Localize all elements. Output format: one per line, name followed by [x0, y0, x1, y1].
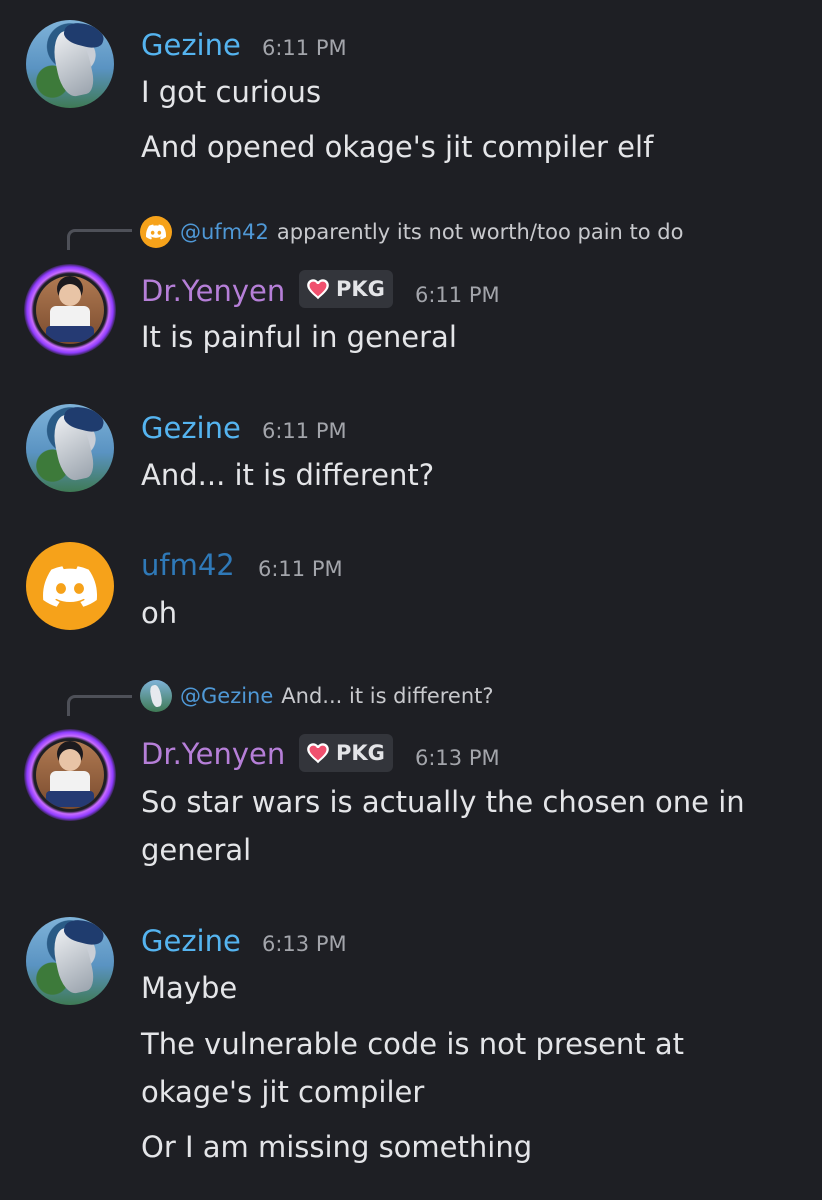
timestamp: 6:11 PM — [415, 283, 500, 307]
message-text: And... it is different? — [141, 458, 435, 492]
avatar — [140, 680, 172, 712]
message-text: The vulnerable code is not present at — [141, 1027, 685, 1061]
author-name[interactable]: Dr.Yenyen — [141, 737, 285, 771]
timestamp: 6:11 PM — [262, 419, 347, 443]
message-text: okage's jit compiler — [141, 1075, 425, 1109]
message-text: I got curious — [141, 75, 322, 109]
author-name[interactable]: Gezine — [141, 28, 241, 62]
message-yenyen-1: @ufm42 apparently its not worth/too pain… — [0, 200, 822, 380]
author-name[interactable]: Dr.Yenyen — [141, 274, 285, 308]
reply-mention[interactable]: @Gezine — [180, 684, 273, 708]
message-text: Maybe — [141, 971, 238, 1005]
role-badge[interactable]: PKG — [299, 270, 393, 308]
timestamp: 6:13 PM — [262, 932, 347, 956]
reply-spine — [67, 229, 132, 250]
timestamp: 6:11 PM — [258, 557, 343, 581]
reply-preview[interactable]: @Gezine And... it is different? — [140, 680, 494, 712]
discord-icon — [43, 565, 97, 607]
message-ufm42: ufm42 6:11 PM oh — [0, 530, 822, 660]
message-yenyen-2: @Gezine And... it is different? Dr.Yenye… — [0, 665, 822, 900]
heart-icon — [307, 279, 329, 300]
reply-text: And... it is different? — [281, 684, 494, 708]
role-badge[interactable]: PKG — [299, 734, 393, 772]
avatar[interactable] — [36, 741, 104, 809]
author-name[interactable]: Gezine — [141, 411, 241, 445]
timestamp: 6:11 PM — [262, 36, 347, 60]
timestamp: 6:13 PM — [415, 746, 500, 770]
avatar[interactable] — [26, 917, 114, 1005]
avatar[interactable] — [26, 542, 114, 630]
author-name[interactable]: Gezine — [141, 924, 241, 958]
avatar[interactable] — [26, 20, 114, 108]
avatar[interactable] — [36, 276, 104, 344]
reply-preview[interactable]: @ufm42 apparently its not worth/too pain… — [140, 216, 683, 248]
badge-label: PKG — [336, 277, 385, 301]
message-text: It is painful in general — [141, 320, 457, 354]
reply-text: apparently its not worth/too pain to do — [276, 220, 684, 244]
message-gezine-2: Gezine 6:11 PM And... it is different? — [0, 390, 822, 520]
reply-spine — [67, 695, 132, 716]
message-text: general — [141, 833, 252, 867]
avatar[interactable] — [26, 404, 114, 492]
badge-label: PKG — [336, 741, 385, 765]
message-gezine-3: Gezine 6:13 PM Maybe The vulnerable code… — [0, 905, 822, 1195]
message-gezine-1: Gezine 6:11 PM I got curious And opened … — [0, 0, 822, 190]
reply-mention[interactable]: @ufm42 — [180, 220, 269, 244]
author-name[interactable]: ufm42 — [141, 548, 235, 582]
message-text: So star wars is actually the chosen one … — [141, 785, 745, 819]
message-text: And opened okage's jit compiler elf — [141, 130, 654, 164]
discord-icon — [140, 216, 172, 248]
heart-icon — [307, 743, 329, 764]
message-text: oh — [141, 596, 178, 630]
message-text: Or I am missing something — [141, 1130, 533, 1164]
